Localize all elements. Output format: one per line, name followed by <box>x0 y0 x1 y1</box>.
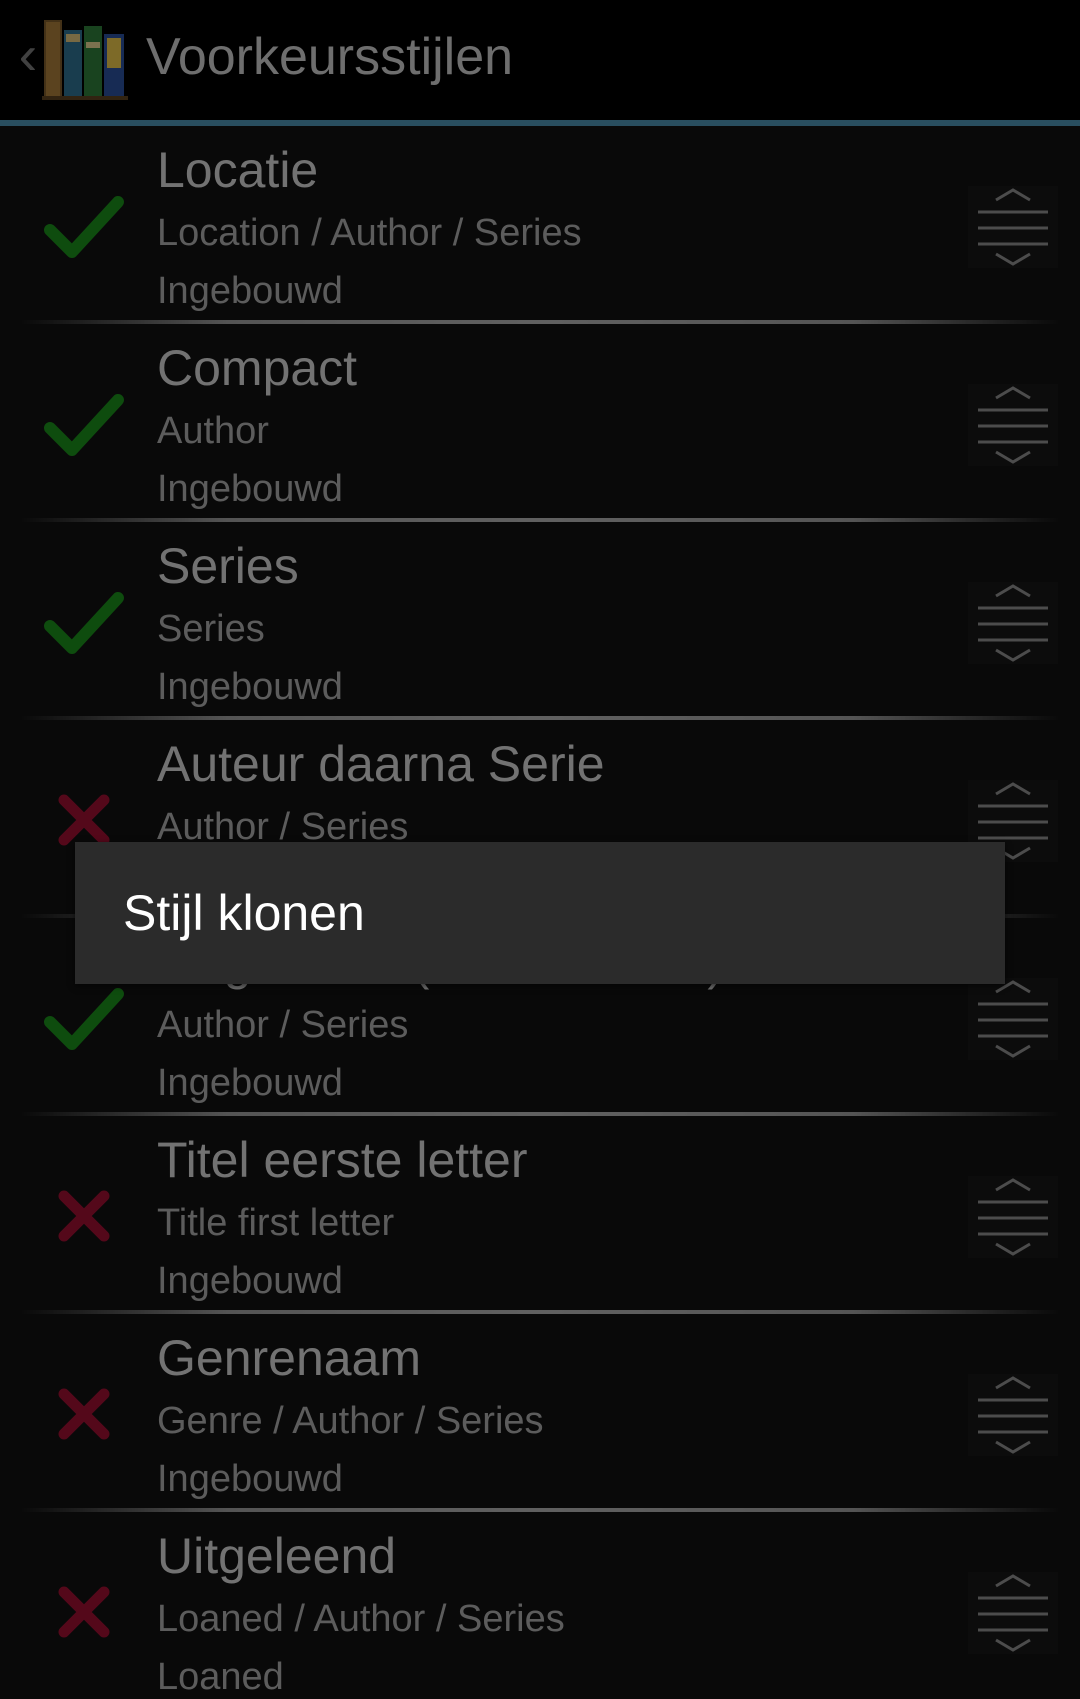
clone-style-menu-item[interactable]: Stijl klonen <box>75 842 1005 984</box>
menu-item-label: Stijl klonen <box>123 885 365 941</box>
preferred-styles-screen: ‹ Voorkeursstijlen Locatie Location / Aut… <box>0 0 1080 1699</box>
context-menu: Stijl klonen <box>75 842 1005 984</box>
